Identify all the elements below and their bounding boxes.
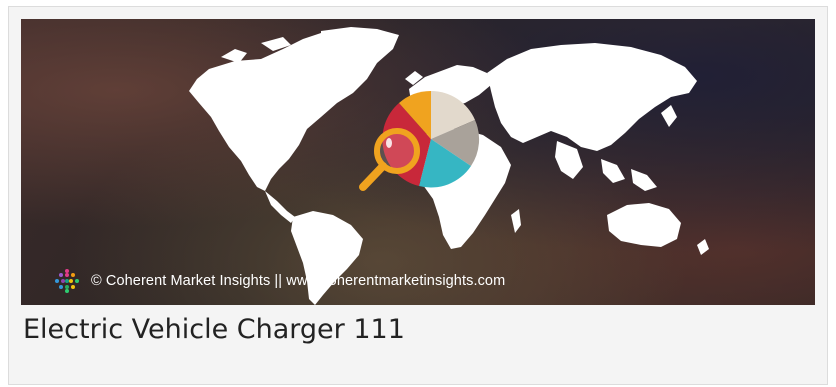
copyright-watermark: © Coherent Market Insights || www.cohere… — [53, 267, 505, 295]
asia-shape — [487, 43, 697, 151]
coherent-logo-icon — [55, 269, 79, 293]
world-map-illustration — [189, 27, 709, 305]
product-card[interactable]: © Coherent Market Insights || www.cohere… — [8, 6, 828, 385]
australia-shape — [607, 203, 681, 247]
product-title[interactable]: Electric Vehicle Charger 111 — [23, 314, 405, 345]
banner-image[interactable]: © Coherent Market Insights || www.cohere… — [21, 19, 815, 305]
watermark-text: © Coherent Market Insights || www.cohere… — [91, 273, 506, 289]
